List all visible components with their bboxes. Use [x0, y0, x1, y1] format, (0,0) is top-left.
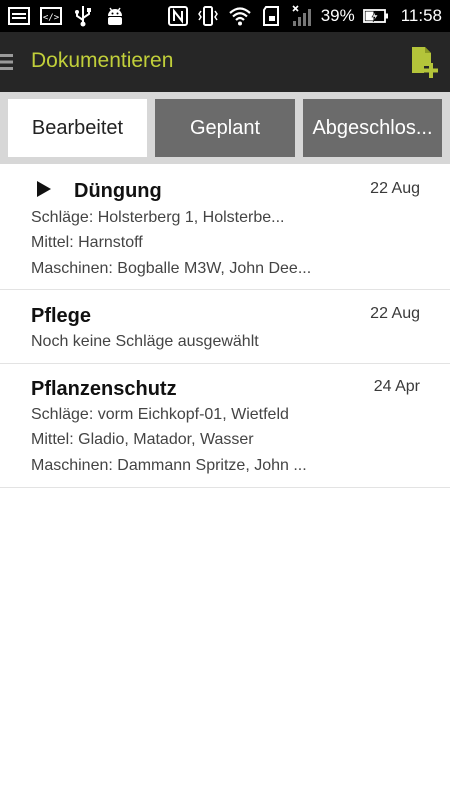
clock: 11:58 — [400, 6, 442, 25]
tab-bearbeitet[interactable]: Bearbeitet — [8, 99, 147, 157]
list-item-pflege[interactable]: Pflege 22 Aug Noch keine Schläge ausgewä… — [0, 290, 450, 364]
action-bar: Dokumentieren — [0, 32, 450, 92]
notification-icons: </> — [8, 5, 126, 27]
item-machines: Maschinen: Bogballe M3W, John Dee... — [31, 260, 312, 277]
usb-icon — [75, 6, 91, 27]
item-title: Düngung — [74, 180, 162, 202]
item-agents: Mittel: Gladio, Matador, Wasser — [31, 431, 254, 448]
item-date: 24 Apr — [373, 378, 420, 395]
tab-label: Geplant — [189, 116, 261, 139]
battery-percent: 39% — [320, 6, 355, 25]
item-agents: Mittel: Harnstoff — [31, 234, 143, 251]
item-fields: Noch keine Schläge ausgewählt — [31, 333, 259, 350]
svg-text:</>: </> — [43, 13, 60, 23]
signal-icon — [292, 5, 311, 26]
nfc-icon — [167, 6, 188, 26]
item-date: 22 Aug — [370, 180, 420, 197]
system-indicators: 39% 11:58 — [167, 0, 442, 32]
tab-bar: Bearbeitet Geplant Abgeschlos... — [0, 92, 450, 164]
play-icon[interactable] — [36, 180, 52, 198]
android-icon — [108, 7, 122, 25]
sd-card-icon — [262, 6, 279, 26]
item-fields: Schläge: Holsterberg 1, Holsterbe... — [31, 209, 285, 226]
tab-label: Abgeschlos... — [312, 116, 433, 139]
image-icon — [8, 7, 30, 25]
page-title: Dokumentieren — [31, 49, 174, 72]
tab-abgeschlossen[interactable]: Abgeschlos... — [303, 99, 442, 157]
vibrate-icon — [197, 6, 218, 26]
item-title: Pflege — [31, 305, 92, 327]
status-bar: </> 39% 11:58 — [0, 0, 450, 32]
list-item-pflanzenschutz[interactable]: Pflanzenschutz 24 Apr Schläge: vorm Eich… — [0, 364, 450, 488]
item-machines: Maschinen: Dammann Spritze, John ... — [31, 457, 307, 474]
wifi-icon — [228, 7, 251, 26]
documentation-list: Düngung 22 Aug Schläge: Holsterberg 1, H… — [0, 164, 450, 488]
battery-charging-icon — [362, 9, 388, 23]
item-title: Pflanzenschutz — [31, 378, 177, 400]
tab-label: Bearbeitet — [31, 116, 124, 139]
item-fields: Schläge: vorm Eichkopf-01, Wietfeld — [31, 406, 289, 423]
item-date: 22 Aug — [370, 305, 420, 322]
add-document-icon[interactable] — [410, 46, 438, 80]
list-item-duengung[interactable]: Düngung 22 Aug Schläge: Holsterberg 1, H… — [0, 164, 450, 290]
code-icon: </> — [40, 7, 62, 25]
hamburger-menu-icon[interactable] — [0, 52, 14, 72]
tab-geplant[interactable]: Geplant — [155, 99, 295, 157]
